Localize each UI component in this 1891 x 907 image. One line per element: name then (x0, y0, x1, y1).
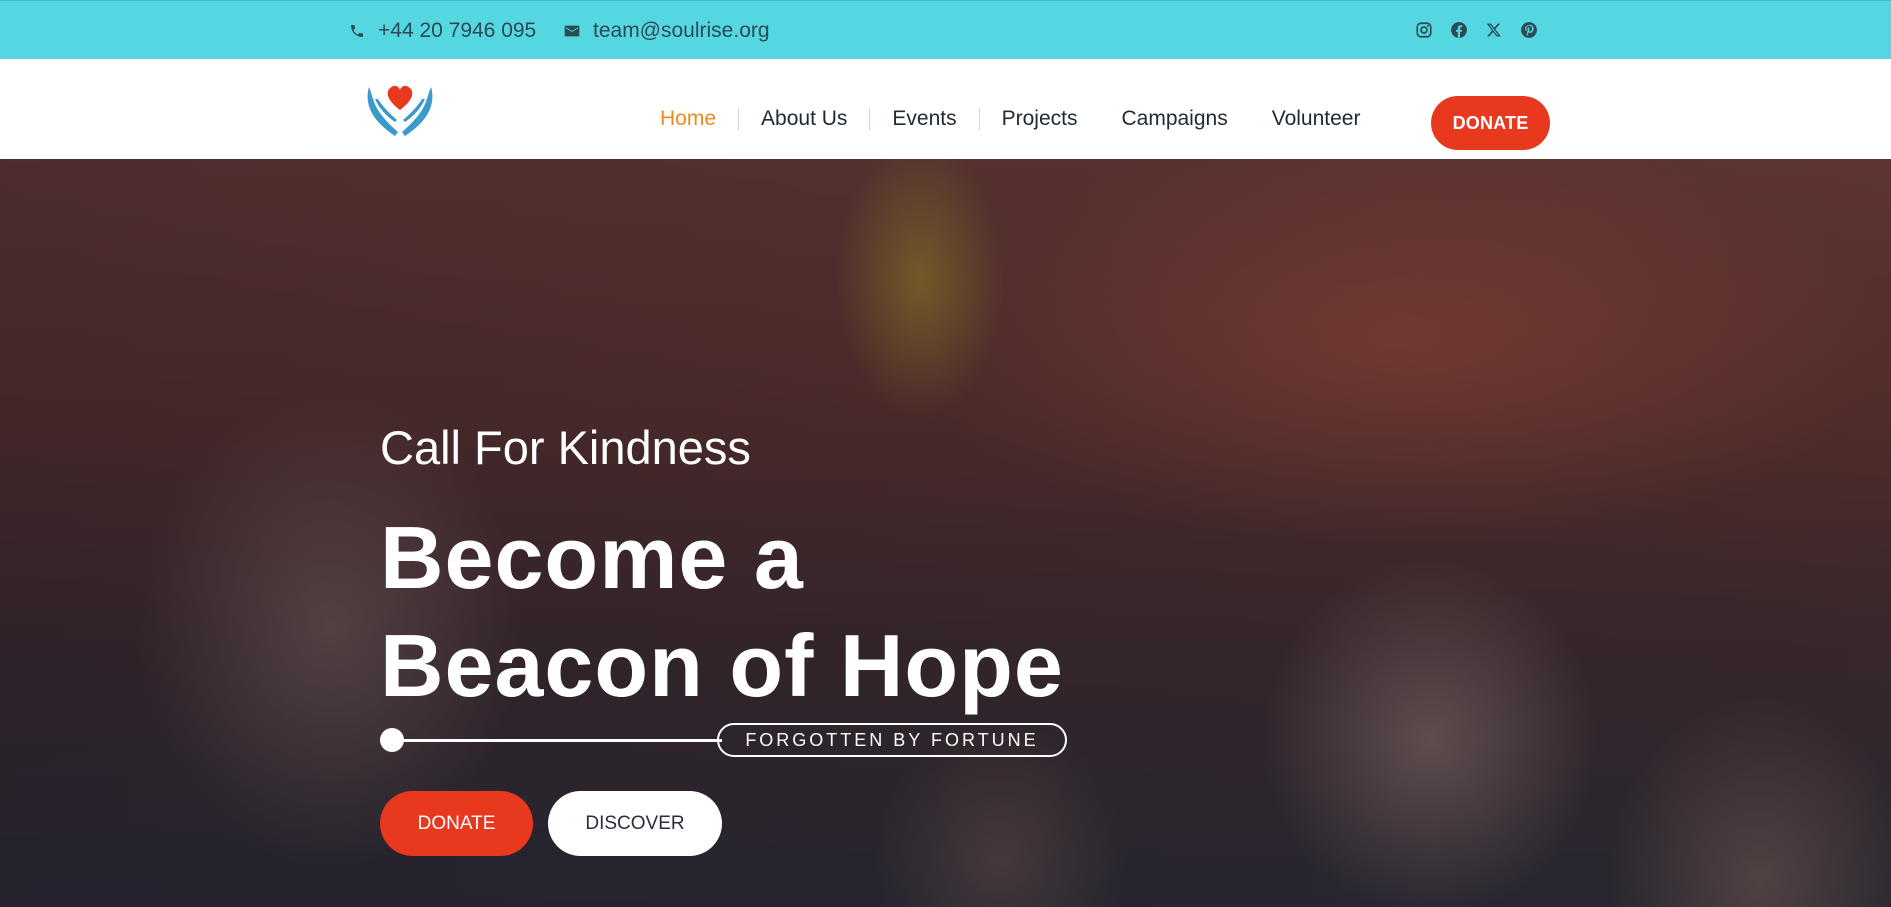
email-address: team@soulrise.org (593, 18, 770, 42)
social-links (1414, 20, 1539, 40)
mail-icon (563, 22, 581, 40)
main-nav: Home About Us Events Projects Campaigns … (0, 59, 1891, 159)
hero-headline-line1: Become a (380, 508, 804, 607)
hero-banner: Call For Kindness Become a Beacon of Hop… (0, 159, 1891, 907)
divider-line (392, 739, 722, 742)
nav-item-about-us[interactable]: About Us (739, 107, 869, 131)
phone-icon (348, 22, 366, 40)
email-contact[interactable]: team@soulrise.org (563, 1, 770, 60)
discover-button[interactable]: DISCOVER (548, 791, 722, 856)
nav-item-campaigns[interactable]: Campaigns (1099, 107, 1249, 131)
phone-number: +44 20 7946 095 (378, 18, 537, 42)
divider-dot (380, 728, 404, 752)
donate-button-hero[interactable]: DONATE (380, 791, 533, 856)
donate-button-header[interactable]: DONATE (1431, 96, 1550, 150)
nav-item-volunteer[interactable]: Volunteer (1250, 107, 1383, 131)
hero-eyebrow: Call For Kindness (380, 421, 751, 474)
facebook-icon[interactable] (1449, 20, 1469, 40)
nav-item-projects[interactable]: Projects (980, 107, 1100, 131)
pinterest-icon[interactable] (1519, 20, 1539, 40)
nav-item-events[interactable]: Events (870, 107, 978, 131)
top-bar: +44 20 7946 095 team@soulrise.org (0, 0, 1891, 59)
hero-headline-line2: Beacon of Hope (380, 616, 1064, 715)
nav-item-home[interactable]: Home (638, 107, 738, 131)
hero-divider: FORGOTTEN BY FORTUNE (380, 723, 1070, 757)
instagram-icon[interactable] (1414, 20, 1434, 40)
x-icon[interactable] (1484, 20, 1504, 40)
heart-hands-logo[interactable] (366, 80, 434, 136)
hero-tagline: FORGOTTEN BY FORTUNE (717, 723, 1067, 757)
hero-headline: Become a Beacon of Hope (380, 504, 1280, 720)
phone-contact[interactable]: +44 20 7946 095 (348, 1, 536, 60)
